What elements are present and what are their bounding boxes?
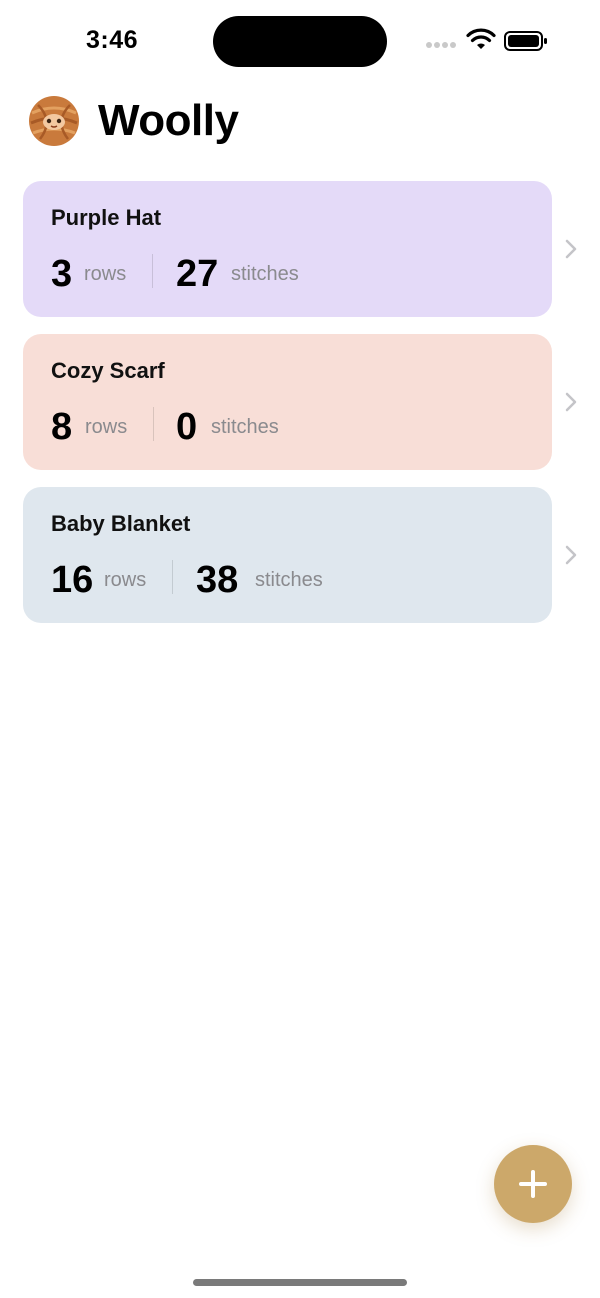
stitches-label: stitches (211, 416, 279, 438)
yarn-ball-mascot-icon (29, 96, 79, 146)
cellular-signal-icon (426, 42, 458, 50)
stat-divider (152, 254, 153, 288)
add-project-button[interactable] (494, 1145, 572, 1223)
chevron-right-icon[interactable] (564, 392, 578, 412)
project-name: Purple Hat (51, 205, 162, 230)
dynamic-island (213, 16, 387, 67)
home-indicator[interactable] (193, 1279, 407, 1286)
stitches-label: stitches (255, 569, 323, 591)
rows-label: rows (84, 263, 127, 285)
stitches-count: 27 (176, 253, 219, 295)
project-card-purple-hat[interactable]: Purple Hat 3 rows 27 stitches (23, 181, 552, 317)
rows-count: 3 (51, 253, 73, 295)
chevron-right-icon[interactable] (564, 545, 578, 565)
project-card-baby-blanket[interactable]: Baby Blanket 16 rows 38 stitches (23, 487, 552, 623)
status-time: 3:46 (86, 26, 139, 54)
stitches-label: stitches (231, 263, 299, 285)
rows-label: rows (104, 569, 147, 591)
project-name: Cozy Scarf (51, 358, 165, 383)
rows-count: 16 (51, 559, 94, 601)
stitches-count: 38 (196, 559, 239, 601)
stat-divider (172, 560, 173, 594)
stitches-count: 0 (176, 406, 198, 448)
project-name: Baby Blanket (51, 511, 191, 536)
stat-divider (153, 407, 154, 441)
project-card-cozy-scarf[interactable]: Cozy Scarf 8 rows 0 stitches (23, 334, 552, 470)
plus-icon (519, 1170, 547, 1198)
app-title: Woolly (98, 96, 239, 145)
chevron-right-icon[interactable] (564, 239, 578, 259)
app-header: Woolly (28, 92, 568, 152)
rows-count: 8 (51, 406, 73, 448)
rows-label: rows (85, 416, 128, 438)
battery-icon (504, 31, 547, 51)
wifi-icon (466, 28, 496, 49)
status-bar: 3:46 (0, 0, 600, 80)
